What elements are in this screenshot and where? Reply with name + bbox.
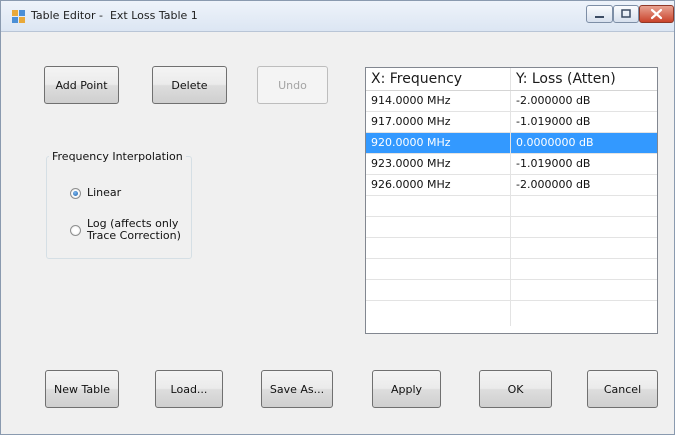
frequency-interpolation-group — [46, 156, 192, 259]
cell-frequency[interactable]: 926.0000 MHz — [366, 175, 511, 195]
table-row[interactable]: 926.0000 MHz -2.000000 dB — [366, 175, 657, 196]
cell-loss[interactable]: -1.019000 dB — [511, 154, 657, 174]
load-button[interactable]: Load... — [155, 370, 223, 408]
minimize-icon — [595, 16, 604, 18]
radio-linear-label: Linear — [87, 186, 122, 199]
undo-button[interactable]: Undo — [257, 66, 328, 104]
table-row-empty[interactable] — [366, 280, 657, 301]
apply-button[interactable]: Apply — [372, 370, 441, 408]
close-button[interactable] — [639, 5, 674, 23]
window-title: Table Editor - Ext Loss Table 1 — [31, 9, 198, 22]
loss-table[interactable]: X: Frequency Y: Loss (Atten) 914.0000 MH… — [365, 67, 658, 334]
add-point-button[interactable]: Add Point — [44, 66, 119, 104]
table-editor-window: Table Editor - Ext Loss Table 1 Add Poin… — [0, 0, 675, 435]
save-as-button[interactable]: Save As... — [261, 370, 333, 408]
cell-loss[interactable]: -1.019000 dB — [511, 112, 657, 132]
cell-frequency[interactable]: 923.0000 MHz — [366, 154, 511, 174]
maximize-icon — [621, 9, 631, 18]
maximize-button[interactable] — [613, 5, 639, 23]
delete-button[interactable]: Delete — [152, 66, 227, 104]
radio-linear[interactable]: Linear — [70, 187, 121, 199]
table-row-empty[interactable] — [366, 301, 657, 326]
radio-log-indicator[interactable] — [70, 225, 81, 236]
cell-frequency[interactable]: 917.0000 MHz — [366, 112, 511, 132]
minimize-button[interactable] — [586, 5, 613, 23]
cell-loss[interactable]: 0.0000000 dB — [511, 133, 657, 153]
cell-loss[interactable]: -2.000000 dB — [511, 175, 657, 195]
cell-frequency[interactable]: 920.0000 MHz — [366, 133, 511, 153]
table-row-empty[interactable] — [366, 259, 657, 280]
table-row-empty[interactable] — [366, 196, 657, 217]
new-table-button[interactable]: New Table — [45, 370, 119, 408]
table-row[interactable]: 917.0000 MHz -1.019000 dB — [366, 112, 657, 133]
close-icon — [650, 8, 663, 20]
table-row-empty[interactable] — [366, 217, 657, 238]
radio-log[interactable]: Log (affects only Trace Correction) — [70, 218, 181, 242]
table-row[interactable]: 923.0000 MHz -1.019000 dB — [366, 154, 657, 175]
table-row-empty[interactable] — [366, 238, 657, 259]
column-header-frequency[interactable]: X: Frequency — [366, 68, 511, 90]
column-header-loss[interactable]: Y: Loss (Atten) — [511, 68, 657, 90]
radio-linear-indicator[interactable] — [70, 188, 81, 199]
table-header: X: Frequency Y: Loss (Atten) — [366, 68, 657, 91]
radio-log-label: Log (affects only Trace Correction) — [87, 217, 181, 242]
cancel-button[interactable]: Cancel — [587, 370, 658, 408]
cell-frequency[interactable]: 914.0000 MHz — [366, 91, 511, 111]
table-row[interactable]: 914.0000 MHz -2.000000 dB — [366, 91, 657, 112]
table-row-selected[interactable]: 920.0000 MHz 0.0000000 dB — [366, 133, 657, 154]
cell-loss[interactable]: -2.000000 dB — [511, 91, 657, 111]
title-bar[interactable]: Table Editor - Ext Loss Table 1 — [1, 1, 674, 32]
ok-button[interactable]: OK — [479, 370, 552, 408]
table-app-icon — [12, 10, 25, 23]
frequency-interpolation-label: Frequency Interpolation — [49, 150, 186, 163]
